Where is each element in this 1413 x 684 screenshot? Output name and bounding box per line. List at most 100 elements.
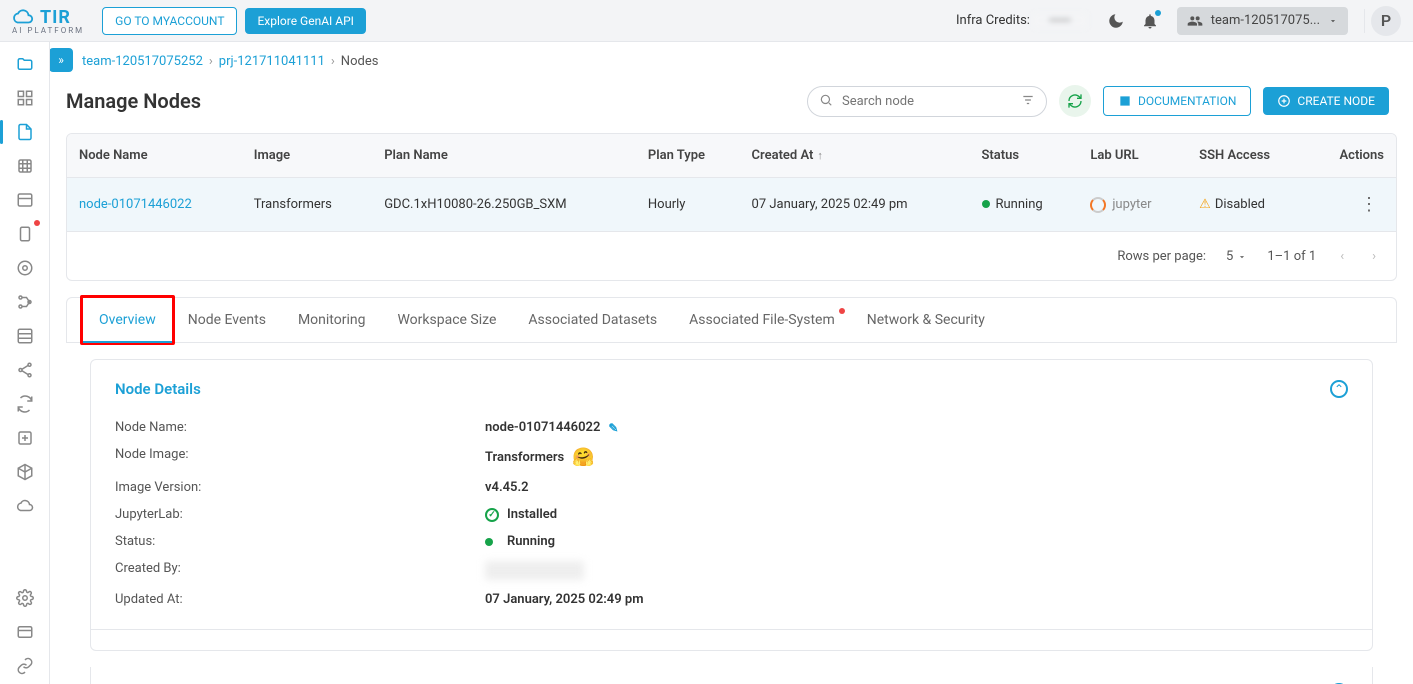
sidebar-item-cube[interactable] [8, 456, 42, 488]
page-title: Manage Nodes [66, 89, 795, 113]
credits-label: Infra Credits: ------ [956, 13, 1087, 28]
label-status: Status: [115, 534, 485, 549]
breadcrumb-team[interactable]: team-120517075252 [82, 54, 203, 69]
col-image[interactable]: Image [242, 134, 372, 178]
sidebar-item-settings[interactable] [8, 582, 42, 614]
search-wrap [807, 86, 1047, 117]
sidebar-item-dashboard[interactable] [8, 82, 42, 114]
collapse-button[interactable]: ⌃ [1330, 380, 1348, 398]
team-selector[interactable]: team-120517075... [1177, 7, 1348, 35]
col-created-at[interactable]: Created At↑ [740, 134, 970, 178]
col-node-name[interactable]: Node Name [67, 134, 242, 178]
rpp-label: Rows per page: [1117, 249, 1206, 264]
sidebar-item-sync[interactable] [8, 388, 42, 420]
table-row[interactable]: node-01071446022 Transformers GDC.1xH100… [67, 178, 1396, 232]
sidebar-item-folder[interactable] [8, 48, 42, 80]
sidebar-item-link[interactable] [8, 650, 42, 682]
cell-created: 07 January, 2025 02:49 pm [740, 178, 970, 232]
pagination-range: 1–1 of 1 [1267, 249, 1316, 264]
page-header: Manage Nodes DOCUMENTATION CREATE NODE [50, 81, 1413, 133]
logo-subtitle: AI PLATFORM [12, 26, 84, 35]
tab-network-security[interactable]: Network & Security [851, 298, 1001, 342]
refresh-button[interactable] [1059, 85, 1091, 117]
search-input[interactable] [807, 86, 1047, 117]
col-lab-url[interactable]: Lab URL [1078, 134, 1187, 178]
cell-lab[interactable]: jupyter [1078, 178, 1187, 232]
card-title-node-details: Node Details [115, 380, 1330, 398]
breadcrumb-current: Nodes [341, 54, 379, 69]
logo[interactable]: TIR AI PLATFORM [12, 6, 84, 35]
rpp-select[interactable]: 5 [1226, 249, 1247, 264]
col-plan-name[interactable]: Plan Name [372, 134, 636, 178]
logo-text: TIR [40, 7, 71, 28]
tabs: Overview Node Events Monitoring Workspac… [66, 297, 1397, 343]
value-updated-at: 07 January, 2025 02:49 pm [485, 592, 644, 607]
sort-asc-icon: ↑ [817, 149, 823, 162]
sidebar-item-billing[interactable] [8, 616, 42, 648]
sidebar-item-nodes[interactable] [8, 116, 42, 148]
tab-node-events[interactable]: Node Events [172, 298, 282, 342]
notifications-icon[interactable] [1141, 12, 1159, 30]
row-actions-menu[interactable]: ⋮ [1354, 194, 1384, 215]
cell-plan: GDC.1xH10080-26.250GB_SXM [372, 178, 636, 232]
chevron-down-icon [1328, 16, 1338, 26]
tab-associated-filesystem[interactable]: Associated File-System [673, 298, 851, 342]
label-node-image: Node Image: [115, 447, 485, 468]
sidebar-item-deploy[interactable] [8, 218, 42, 250]
col-status[interactable]: Status [970, 134, 1079, 178]
cell-image: Transformers [242, 178, 372, 232]
col-ssh-access[interactable]: SSH Access [1187, 134, 1308, 178]
sidebar-item-storage[interactable] [8, 184, 42, 216]
value-node-image: Transformers🤗 [485, 447, 595, 468]
credits-value: ------ [1033, 13, 1087, 28]
cell-plan-type: Hourly [636, 178, 740, 232]
breadcrumb-project[interactable]: prj-121711041111 [219, 54, 325, 69]
value-status: Running [485, 534, 555, 549]
sidebar-item-share[interactable] [8, 354, 42, 386]
tab-workspace-size[interactable]: Workspace Size [381, 298, 512, 342]
topbar: TIR AI PLATFORM GO TO MYACCOUNT Explore … [0, 0, 1413, 42]
sidebar-item-datasets[interactable] [8, 150, 42, 182]
nodes-table: Node Name Image Plan Name Plan Type Crea… [66, 133, 1397, 281]
edit-name-icon[interactable]: ✎ [608, 421, 618, 435]
tab-overview[interactable]: Overview [83, 298, 172, 342]
col-actions: Actions [1308, 134, 1396, 178]
huggingface-icon: 🤗 [572, 447, 594, 468]
value-created-by [485, 561, 584, 580]
label-jupyterlab: JupyterLab: [115, 507, 485, 522]
tab-monitoring[interactable]: Monitoring [282, 298, 382, 342]
jupyter-icon [1090, 197, 1106, 213]
plus-icon [1277, 94, 1291, 108]
filter-icon[interactable] [1021, 93, 1035, 111]
avatar[interactable]: P [1371, 6, 1401, 36]
sidebar-item-table[interactable] [8, 320, 42, 352]
theme-toggle-icon[interactable] [1107, 12, 1125, 30]
team-label: team-120517075... [1211, 13, 1320, 28]
sidebar-item-cloud[interactable] [8, 490, 42, 522]
chevron-down-icon [1237, 252, 1247, 262]
create-node-button[interactable]: CREATE NODE [1263, 87, 1389, 115]
tab-associated-datasets[interactable]: Associated Datasets [512, 298, 673, 342]
sidebar [0, 42, 50, 684]
next-page-button[interactable]: › [1368, 245, 1380, 268]
prev-page-button[interactable]: ‹ [1336, 245, 1348, 268]
label-created-by: Created By: [115, 561, 485, 580]
documentation-button[interactable]: DOCUMENTATION [1103, 86, 1251, 116]
node-name-link[interactable]: node-01071446022 [79, 197, 192, 212]
goto-account-button[interactable]: GO TO MYACCOUNT [102, 7, 237, 35]
breadcrumb: team-120517075252 › prj-121711041111 › N… [50, 42, 1413, 81]
sidebar-item-archive[interactable] [8, 422, 42, 454]
cell-ssh: ⚠Disabled [1187, 178, 1308, 232]
sidebar-item-compute[interactable] [8, 252, 42, 284]
sidebar-item-graph[interactable] [8, 286, 42, 318]
people-icon [1187, 13, 1203, 29]
warning-icon: ⚠ [1199, 197, 1211, 212]
pagination: Rows per page: 5 1–1 of 1 ‹ › [67, 232, 1396, 280]
main-content: » team-120517075252 › prj-121711041111 ›… [50, 42, 1413, 684]
col-plan-type[interactable]: Plan Type [636, 134, 740, 178]
explore-genai-button[interactable]: Explore GenAI API [245, 8, 365, 34]
cell-status: Running [970, 178, 1079, 232]
search-icon [819, 93, 833, 111]
sidebar-expand-button[interactable]: » [50, 48, 73, 72]
plan-details-card: Plan Details ⌃ [90, 667, 1373, 684]
